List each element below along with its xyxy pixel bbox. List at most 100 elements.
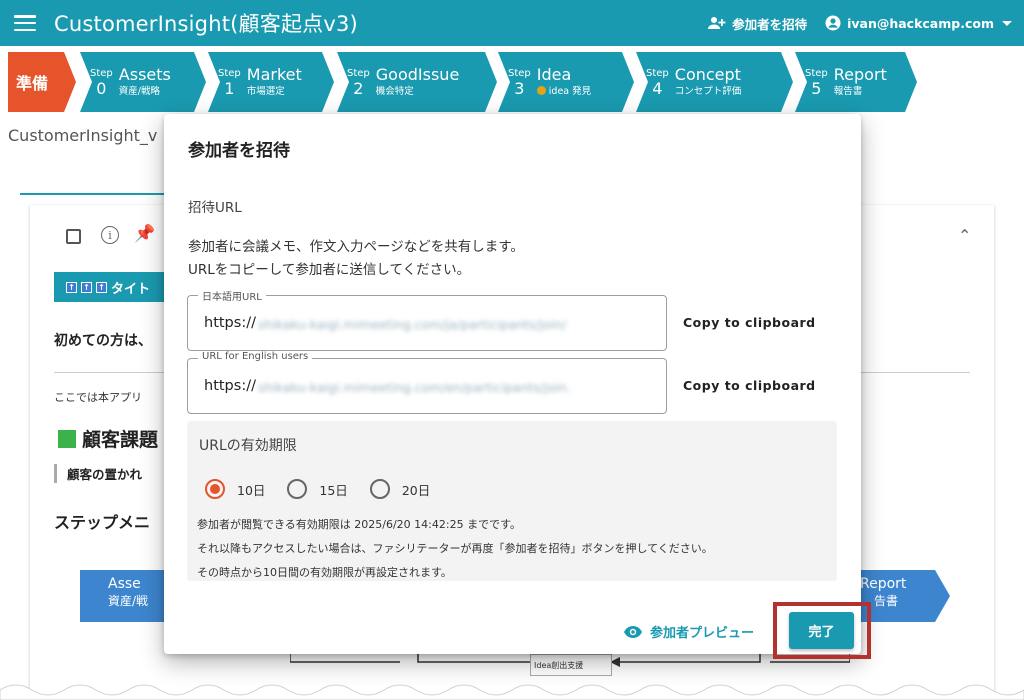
step-number: 2 (353, 78, 364, 98)
intro-text: ここでは本アプリ (54, 391, 142, 404)
step-navigation: 準備 Step 0 Assets 資産/戦略 Step 1 Market 市場選定 St… (0, 52, 1024, 112)
torn-edge (0, 684, 1024, 700)
arrow-up-icon: ↑ (96, 281, 107, 293)
invite-dialog: 参加者を招待 招待URL 参加者に会議メモ、作文入力ページなどを共有します。 U… (164, 114, 861, 654)
step-number: 3 (514, 78, 525, 98)
step-sub: 機会特定 (375, 86, 414, 97)
radio-label: 15日 (319, 482, 348, 498)
step-sub: 市場選定 (246, 86, 285, 97)
step-number: 0 (96, 78, 107, 98)
person-add-icon (708, 17, 726, 29)
participant-preview-button[interactable]: 参加者プレビュー (624, 622, 754, 641)
radio-unselected-icon (369, 479, 390, 499)
url-ja-field[interactable]: 日本語用URL https://shikaku-kaigi.mimeeting.… (187, 288, 667, 351)
step-sub: 報告書 (833, 86, 863, 97)
step-goodissue[interactable]: Step 2 GoodIssue 機会特定 (337, 52, 497, 112)
flow-idea-label: Idea創出支援 (534, 661, 584, 670)
step-market[interactable]: Step 1 Market 市場選定 (208, 52, 334, 112)
step-prefix: Step (805, 67, 828, 79)
arrow-up-icon: ↑ (81, 281, 92, 293)
active-tab-indicator (20, 193, 170, 195)
step-label: Idea (536, 65, 572, 84)
step-prep[interactable]: 準備 (8, 52, 76, 112)
eye-icon (624, 625, 642, 638)
invite-participants-button[interactable]: 参加者を招待 (708, 14, 807, 33)
subheading: 顧客の置かれ (54, 464, 142, 483)
step-label: Concept (674, 65, 741, 84)
step-report[interactable]: Step 5 Report 報告書 (795, 52, 917, 112)
radio-unselected-icon (287, 479, 308, 499)
radio-selected-icon (205, 479, 225, 499)
step-prefix: Step (508, 67, 531, 79)
section-label: 招待URL (188, 200, 242, 216)
info-icon[interactable]: i (101, 226, 119, 244)
radio-15-days[interactable]: 15日 (287, 479, 348, 499)
app-title: CustomerInsight(顧客起点v3) (54, 12, 358, 36)
copy-ja-button[interactable]: Copy to clipboard (683, 315, 816, 330)
step-prefix: Step (218, 67, 241, 79)
menu-icon[interactable] (14, 15, 36, 31)
radio-10-days[interactable]: 10日 (205, 479, 265, 499)
dialog-title: 参加者を招待 (188, 141, 290, 161)
user-menu[interactable]: ivan@hackcamp.com (825, 15, 1012, 31)
chevron-up-icon[interactable]: ⌃ (958, 226, 971, 245)
app-bar: CustomerInsight(顧客起点v3) 参加者を招待 ivan@hack… (0, 0, 1024, 46)
banner-text: タイト (111, 281, 151, 297)
expiry-panel: URLの有効期限 10日 15日 20日 参加者が閲覧できる有効期限は 2025… (187, 421, 837, 581)
step-sub: コンセプト評価 (674, 86, 742, 97)
radio-label: 20日 (401, 482, 431, 498)
step-prep-label: 準備 (16, 74, 49, 93)
flow-report-sub: 告書 (874, 594, 899, 608)
checkbox[interactable] (66, 229, 81, 244)
radio-label: 10日 (237, 482, 266, 498)
highlight-box (773, 602, 871, 659)
lightbulb-icon (536, 86, 546, 95)
step-prefix: Step (646, 67, 669, 79)
preview-label: 参加者プレビュー (650, 626, 755, 641)
step-label: Market (246, 65, 302, 84)
expiry-title: URLの有効期限 (199, 438, 297, 454)
section-heading-text: 顧客課題 (82, 429, 159, 451)
step-number: 4 (652, 78, 663, 98)
section-heading: 顧客課題 (58, 425, 158, 452)
step-assets[interactable]: Step 0 Assets 資産/戦略 (80, 52, 206, 112)
url-en-value: shikaku-kaigi.mimeeting.com/en/participa… (257, 380, 571, 395)
step-menu-heading: ステップメニ (54, 513, 151, 532)
step-sub: idea 発見 (548, 86, 592, 97)
step-number: 1 (224, 78, 235, 98)
flow-idea-box[interactable]: Idea創出支援 (530, 654, 612, 676)
green-square-icon (58, 429, 76, 448)
description-line-2: URLをコピーして参加者に送信してください。 (188, 262, 471, 278)
step-sub: 資産/戦略 (118, 86, 160, 97)
copy-en-button[interactable]: Copy to clipboard (683, 378, 816, 393)
flow-report-title: Report (860, 576, 907, 592)
user-email: ivan@hackcamp.com (847, 15, 994, 31)
step-label: GoodIssue (375, 65, 460, 84)
step-number: 5 (811, 78, 822, 98)
url-en-label: URL for English users (198, 351, 313, 362)
step-concept[interactable]: Step 4 Concept コンセプト評価 (636, 52, 793, 112)
url-en-field[interactable]: URL for English users https://shikaku-ka… (187, 351, 667, 414)
url-en-prefix: https:// (204, 378, 256, 394)
expiry-radio-group: 10日 15日 20日 (205, 479, 430, 499)
radio-20-days[interactable]: 20日 (369, 479, 431, 499)
invite-label: 参加者を招待 (732, 16, 808, 32)
dialog-description: 参加者に会議メモ、作文入力ページなどを共有します。 URLをコピーして参加者に送… (188, 236, 524, 282)
description-line-1: 参加者に会議メモ、作文入力ページなどを共有します。 (188, 239, 524, 255)
step-idea[interactable]: Step 3 Idea idea 発見 (498, 52, 634, 112)
url-ja-value: shikaku-kaigi.mimeeting.com/ja/participa… (257, 317, 567, 332)
expiry-note-3: その時点から10日間の有効期限が再設定されます。 (197, 566, 452, 579)
url-ja-label: 日本語用URL (198, 288, 266, 303)
expiry-note-2: それ以降もアクセスしたい場合は、ファシリテーターが再度「参加者を招待」ボタンを押… (197, 542, 713, 555)
pin-icon[interactable]: 📌 (134, 224, 155, 244)
step-label: Report (833, 65, 887, 84)
step-prefix: Step (90, 67, 113, 79)
step-label: Assets (118, 65, 171, 84)
page-title: CustomerInsight_v (8, 126, 158, 145)
account-circle-icon (825, 15, 841, 31)
chevron-down-icon (1002, 20, 1012, 26)
url-ja-prefix: https:// (204, 315, 256, 331)
arrow-up-icon: ↑ (66, 281, 77, 293)
first-time-text: 初めての方は、 (54, 333, 152, 349)
step-prefix: Step (347, 67, 370, 79)
